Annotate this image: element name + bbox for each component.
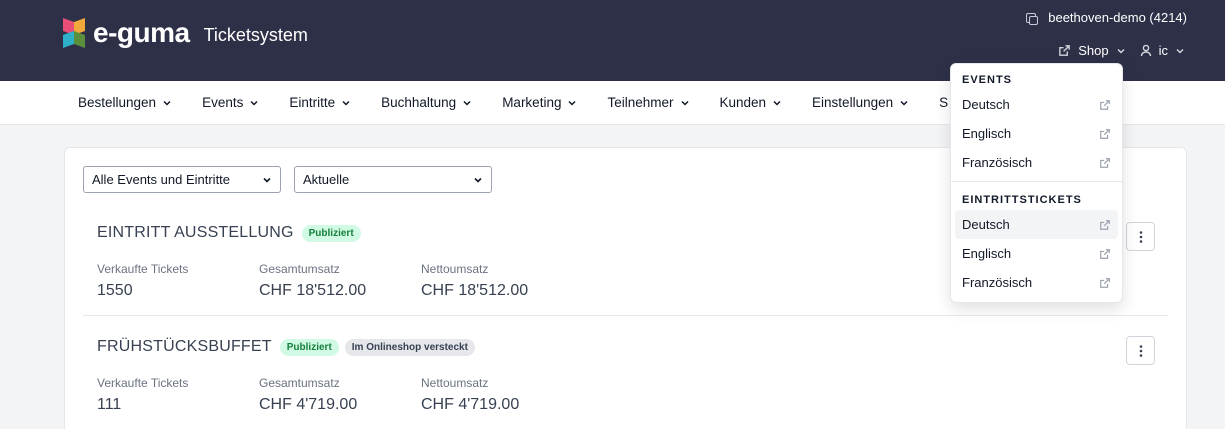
tenant-label: beethoven-demo (4214) xyxy=(1048,10,1187,25)
status-badge: Publiziert xyxy=(301,224,361,242)
chevron-down-icon xyxy=(163,100,171,106)
shop-dropdown-menu: EVENTS Deutsch Englisch Französisch EINT… xyxy=(950,63,1123,303)
event-actions-button[interactable] xyxy=(1126,336,1155,365)
time-filter-select[interactable]: Aktuelle xyxy=(294,166,492,193)
chevron-down-icon xyxy=(474,177,482,183)
app-subtitle: Ticketsystem xyxy=(203,24,308,45)
menu-item-tickets-franzoesisch[interactable]: Französisch xyxy=(955,268,1118,297)
shop-label: Shop xyxy=(1078,43,1109,58)
user-label: ic xyxy=(1158,43,1168,58)
stat-tickets: Verkaufte Tickets 111 xyxy=(97,376,189,413)
nav-item-teilnehmer[interactable]: Teilnehmer xyxy=(607,95,689,110)
external-link-icon xyxy=(1100,277,1110,288)
external-link-icon xyxy=(1100,99,1110,110)
user-icon xyxy=(1140,44,1151,57)
nav-item-kunden[interactable]: Kunden xyxy=(720,95,783,110)
time-filter-value: Aktuelle xyxy=(303,172,350,187)
event-title[interactable]: FRÜHSTÜCKSBUFFET xyxy=(97,338,272,356)
copy-icon xyxy=(1026,12,1039,25)
chevron-down-icon xyxy=(900,100,908,106)
menu-item-events-englisch[interactable]: Englisch xyxy=(955,119,1118,148)
menu-item-tickets-deutsch[interactable]: Deutsch xyxy=(955,210,1118,239)
nav-item-bestellungen[interactable]: Bestellungen xyxy=(78,95,172,110)
kebab-icon xyxy=(1139,230,1142,243)
event-row: FRÜHSTÜCKSBUFFET Publiziert Im Onlinesho… xyxy=(83,326,1168,429)
stat-gross: Gesamtumsatz CHF 4'719.00 xyxy=(259,376,358,413)
chevron-down-icon xyxy=(263,177,271,183)
external-link-icon xyxy=(1100,157,1110,168)
chevron-down-icon xyxy=(568,100,576,106)
menu-item-tickets-englisch[interactable]: Englisch xyxy=(955,239,1118,268)
event-title[interactable]: EINTRITT AUSSTELLUNG xyxy=(97,224,294,242)
chevron-down-icon xyxy=(250,100,258,106)
chevron-down-icon xyxy=(1176,48,1184,54)
chevron-down-icon xyxy=(773,100,781,106)
stat-gross: Gesamtumsatz CHF 18'512.00 xyxy=(259,262,367,299)
nav-item-marketing[interactable]: Marketing xyxy=(502,95,577,110)
external-link-icon xyxy=(1059,45,1071,56)
user-menu-button[interactable]: ic xyxy=(1140,43,1185,58)
menu-section-heading: EINTRITTSTICKETS xyxy=(962,194,1082,206)
external-link-icon xyxy=(1100,128,1110,139)
nav-item-eintritte[interactable]: Eintritte xyxy=(289,95,351,110)
menu-section-heading: EVENTS xyxy=(962,74,1013,86)
hidden-badge: Im Onlineshop versteckt xyxy=(344,338,475,356)
brand-logo[interactable]: e-guma Ticketsystem xyxy=(63,17,308,49)
nav-item-einstellungen[interactable]: Einstellungen xyxy=(812,95,909,110)
external-link-icon xyxy=(1100,248,1110,259)
event-actions-button[interactable] xyxy=(1126,222,1155,251)
stat-net: Nettoumsatz CHF 18'512.00 xyxy=(421,262,529,299)
brand-name: e-guma xyxy=(93,17,190,48)
stat-net: Nettoumsatz CHF 4'719.00 xyxy=(421,376,520,413)
menu-item-events-deutsch[interactable]: Deutsch xyxy=(955,90,1118,119)
chevron-down-icon xyxy=(342,100,350,106)
chevron-down-icon xyxy=(1117,48,1125,54)
chevron-down-icon xyxy=(463,100,471,106)
top-actions: Shop ic xyxy=(1058,43,1185,58)
nav-item-truncated[interactable]: S xyxy=(939,95,948,110)
kebab-icon xyxy=(1139,344,1142,357)
external-link-icon xyxy=(1100,219,1110,230)
menu-item-events-franzoesisch[interactable]: Französisch xyxy=(955,148,1118,177)
status-badge: Publiziert xyxy=(279,338,339,356)
nav-item-buchhaltung[interactable]: Buchhaltung xyxy=(381,95,472,110)
stat-tickets: Verkaufte Tickets 1550 xyxy=(97,262,189,299)
nav-item-events[interactable]: Events xyxy=(202,95,259,110)
scope-filter-select[interactable]: Alle Events und Eintritte xyxy=(83,166,281,193)
shop-menu-button[interactable]: Shop xyxy=(1058,43,1125,58)
logo-icon xyxy=(63,17,85,49)
tenant-switcher[interactable]: beethoven-demo (4214) xyxy=(1026,10,1187,25)
chevron-down-icon xyxy=(680,100,689,106)
menu-divider xyxy=(951,181,1122,182)
scope-filter-value: Alle Events und Eintritte xyxy=(92,172,231,187)
